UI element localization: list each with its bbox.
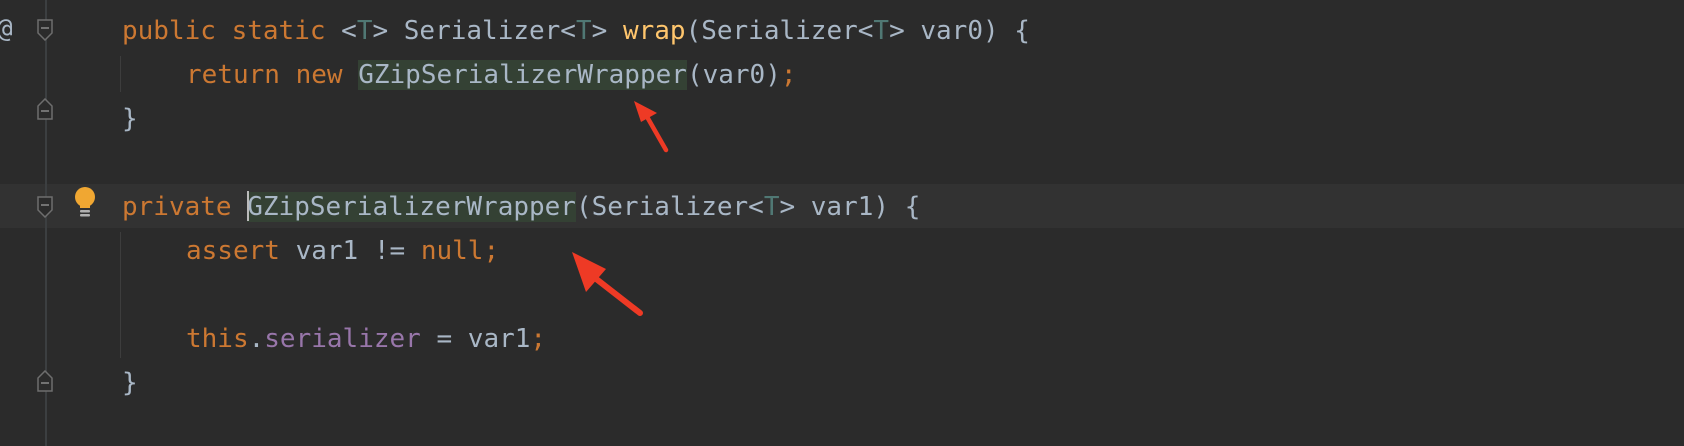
code-token: .: [248, 324, 265, 354]
code-token: <: [325, 16, 357, 46]
red-arrow-annotation-upper: [634, 101, 669, 153]
code-token: > var0) {: [889, 16, 1030, 46]
code-token: ;: [530, 324, 547, 354]
code-token: }: [122, 368, 138, 398]
code-line[interactable]: return new GZipSerializerWrapper(var0);: [122, 53, 797, 97]
highlighted-usage: GZipSerializerWrapper: [247, 190, 576, 222]
red-arrow-annotation-lower: [572, 252, 643, 316]
code-token: }: [122, 104, 138, 134]
code-token: assert: [186, 236, 280, 266]
code-token: var1 !=: [279, 236, 421, 266]
code-editor[interactable]: @ public static <T> Serializer<T> wrap(S…: [0, 0, 1684, 446]
code-token: T: [356, 16, 373, 46]
code-token: wrap: [622, 16, 686, 46]
code-line[interactable]: this.serializer = var1;: [122, 317, 546, 361]
code-token-text: GZipSerializerWrapper: [247, 192, 576, 222]
code-token: > Serializer<: [372, 16, 576, 46]
code-token: null: [420, 236, 484, 266]
code-token: ;: [483, 236, 500, 266]
fold-marker-icon[interactable]: [36, 370, 54, 392]
code-token: new: [295, 60, 343, 90]
code-line[interactable]: }: [122, 361, 138, 405]
code-line[interactable]: private GZipSerializerWrapper(Serializer…: [122, 185, 920, 229]
code-token: > var1) {: [779, 192, 921, 222]
code-token: return: [186, 60, 280, 90]
override-marker-icon[interactable]: @: [0, 14, 13, 44]
code-token: >: [591, 16, 623, 46]
fold-marker-icon[interactable]: [36, 98, 54, 120]
code-token: public: [122, 16, 216, 46]
lightbulb-icon[interactable]: [72, 186, 98, 220]
code-token: (Serializer<: [685, 16, 874, 46]
code-token: private: [122, 192, 232, 222]
code-token: static: [231, 16, 326, 46]
code-token: (Serializer<: [575, 192, 764, 222]
code-token: T: [575, 16, 592, 46]
code-line[interactable]: assert var1 != null;: [122, 229, 499, 273]
code-token: ;: [780, 60, 797, 90]
fold-marker-icon[interactable]: [36, 196, 54, 218]
code-token: (var0): [686, 60, 781, 90]
fold-marker-icon[interactable]: [36, 19, 54, 41]
text-caret: [247, 190, 250, 221]
indent-guide: [120, 232, 121, 358]
code-token: = var1: [420, 324, 531, 354]
code-token: this: [186, 324, 249, 354]
highlighted-usage: GZipSerializerWrapper: [358, 60, 687, 90]
indent-guide: [120, 56, 121, 92]
code-token: serializer: [264, 324, 421, 354]
code-line[interactable]: public static <T> Serializer<T> wrap(Ser…: [122, 9, 1030, 53]
code-token: T: [763, 192, 780, 222]
code-line[interactable]: }: [122, 97, 138, 141]
code-token: T: [873, 16, 890, 46]
